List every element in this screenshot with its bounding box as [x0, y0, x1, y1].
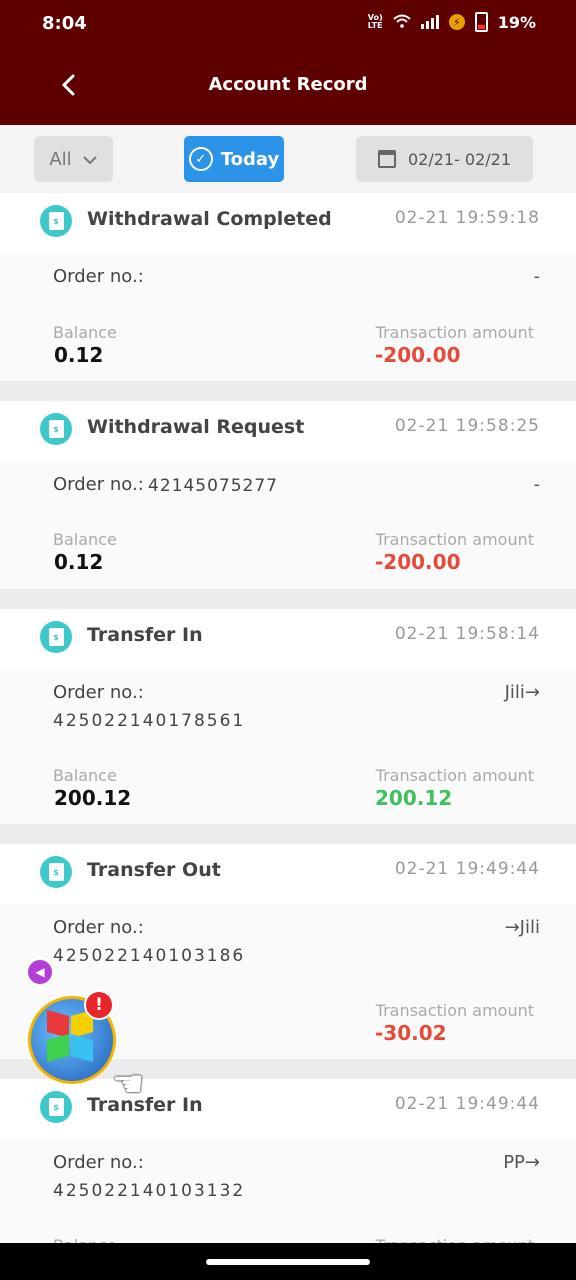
- record-card[interactable]: $ Transfer In 02-21 19:49:44 Order no.: …: [0, 1079, 576, 1243]
- receipt-icon: $: [40, 205, 72, 237]
- balance-label: Balance: [53, 323, 117, 342]
- order-no-label: Order no.:: [53, 1152, 144, 1173]
- battery-icon: [474, 12, 488, 32]
- order-direction: -: [533, 266, 541, 287]
- status-icons: Vo) LTE ⚡ 19%: [368, 12, 536, 32]
- type-filter-dropdown[interactable]: All: [34, 136, 113, 182]
- amount-label: Transaction amount: [376, 1236, 534, 1243]
- balance-label: Balance: [53, 766, 117, 785]
- receipt-icon: $: [40, 1091, 72, 1123]
- date-range-label: 02/21- 02/21: [407, 149, 512, 169]
- receipt-icon: $: [40, 856, 72, 888]
- check-circle-icon: ✓: [188, 147, 213, 171]
- record-header: $ Withdrawal Request 02-21 19:58:25: [0, 401, 576, 461]
- record-title: Withdrawal Completed: [87, 208, 332, 230]
- date-range-picker[interactable]: 02/21- 02/21: [356, 136, 533, 182]
- balance-label: Balance: [53, 530, 117, 549]
- record-time: 02-21 19:49:44: [394, 1094, 540, 1114]
- record-header: $ Transfer Out 02-21 19:49:44: [0, 844, 576, 904]
- order-no-value: 42145075277: [148, 476, 278, 496]
- amount-value: -200.00: [375, 550, 461, 574]
- order-no-label: Order no.:: [53, 917, 144, 938]
- order-no-value: 425022140103186: [53, 946, 246, 966]
- balance-value: 0.12: [54, 550, 104, 574]
- receipt-icon: $: [40, 621, 72, 653]
- power-saver-icon: ⚡: [448, 14, 465, 30]
- record-time: 02-21 19:59:18: [394, 208, 540, 228]
- record-list[interactable]: $ Withdrawal Completed 02-21 19:59:18 Or…: [0, 193, 576, 1243]
- collapse-widget-icon[interactable]: ◀: [26, 958, 54, 986]
- order-no-label: Order no.:: [53, 266, 144, 287]
- amount-value: -200.00: [375, 343, 461, 367]
- balance-value: 200.12: [54, 786, 132, 810]
- balance-label: Balance: [53, 1236, 117, 1243]
- today-filter-button[interactable]: ✓ Today: [184, 136, 284, 182]
- record-header: $ Transfer In 02-21 19:58:14: [0, 609, 576, 669]
- type-filter-label: All: [49, 148, 72, 170]
- order-no-value: 425022140178561: [53, 711, 246, 731]
- record-time: 02-21 19:58:25: [394, 416, 540, 436]
- battery-percent: 19%: [497, 12, 536, 32]
- order-no-value: 425022140103132: [53, 1181, 246, 1201]
- filter-bar: All ✓ Today 02/21- 02/21: [0, 125, 576, 193]
- order-direction: Jili→: [504, 682, 540, 703]
- record-header: $ Transfer In 02-21 19:49:44: [0, 1079, 576, 1139]
- amount-label: Transaction amount: [375, 766, 534, 785]
- record-title: Withdrawal Request: [87, 416, 305, 438]
- page-title: Account Record: [208, 74, 368, 95]
- record-card[interactable]: $ Transfer In 02-21 19:58:14 Order no.: …: [0, 609, 576, 824]
- amount-value: -30.02: [375, 1021, 447, 1045]
- app-header: Account Record: [0, 48, 576, 125]
- amount-label: Transaction amount: [375, 323, 534, 342]
- signal-icon: [420, 15, 439, 29]
- order-no-label: Order no.:: [53, 474, 144, 495]
- pointing-hand-icon: ☚: [112, 1064, 145, 1105]
- chevron-down-icon: [82, 149, 98, 170]
- record-card[interactable]: $ Withdrawal Completed 02-21 19:59:18 Or…: [0, 193, 576, 381]
- home-indicator[interactable]: [206, 1259, 370, 1265]
- record-card[interactable]: $ Withdrawal Request 02-21 19:58:25 Orde…: [0, 401, 576, 589]
- calendar-icon: [377, 150, 396, 168]
- system-nav-bar: [0, 1243, 576, 1280]
- balance-value: 0.12: [54, 343, 104, 367]
- record-time: 02-21 19:58:14: [394, 624, 540, 644]
- order-direction: →Jili: [504, 917, 540, 938]
- amount-label: Transaction amount: [375, 530, 534, 549]
- record-title: Transfer Out: [87, 859, 221, 881]
- wifi-icon: [393, 13, 411, 32]
- receipt-icon: $: [40, 413, 72, 445]
- volte-icon: Vo) LTE: [367, 13, 383, 30]
- record-header: $ Withdrawal Completed 02-21 19:59:18: [0, 193, 576, 253]
- amount-value: 200.12: [375, 786, 453, 810]
- order-direction: -: [533, 474, 541, 495]
- amount-label: Transaction amount: [375, 1001, 534, 1020]
- order-direction: PP→: [503, 1152, 540, 1173]
- cube-icon: [47, 1010, 97, 1063]
- alert-badge-icon: !: [84, 990, 114, 1020]
- order-no-label: Order no.:: [53, 682, 144, 703]
- status-bar: 8:04 Vo) LTE ⚡ 19%: [0, 0, 576, 48]
- today-label: Today: [220, 148, 280, 170]
- status-time: 8:04: [42, 13, 87, 34]
- record-time: 02-21 19:49:44: [394, 859, 540, 879]
- record-title: Transfer In: [87, 624, 203, 646]
